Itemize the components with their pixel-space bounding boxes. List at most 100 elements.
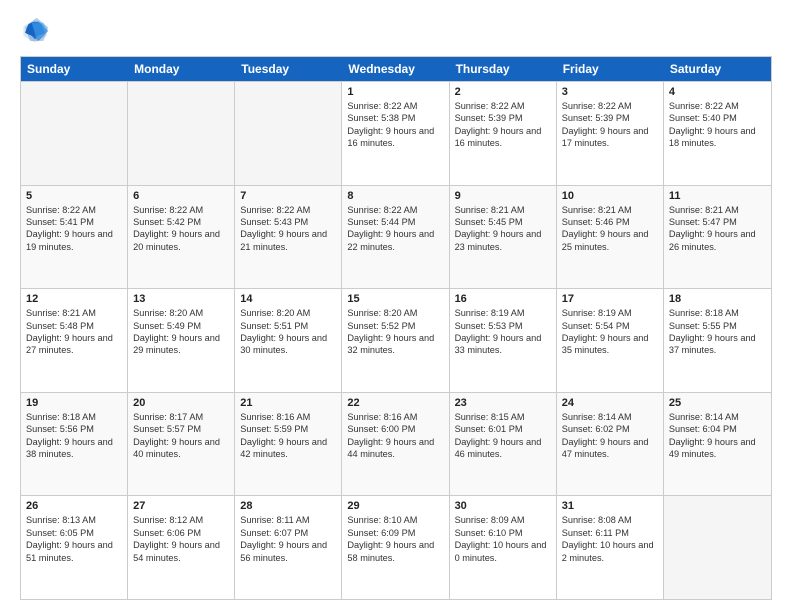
calendar-cell: 20Sunrise: 8:17 AMSunset: 5:57 PMDayligh…: [128, 393, 235, 496]
calendar-cell: 11Sunrise: 8:21 AMSunset: 5:47 PMDayligh…: [664, 186, 771, 289]
daylight-text: Daylight: 9 hours and 22 minutes.: [347, 228, 443, 253]
daylight-text: Daylight: 9 hours and 21 minutes.: [240, 228, 336, 253]
day-number: 5: [26, 190, 122, 202]
calendar-week: 5Sunrise: 8:22 AMSunset: 5:41 PMDaylight…: [21, 185, 771, 289]
calendar-cell: 21Sunrise: 8:16 AMSunset: 5:59 PMDayligh…: [235, 393, 342, 496]
sunrise-text: Sunrise: 8:22 AM: [562, 100, 658, 112]
calendar-cell: 6Sunrise: 8:22 AMSunset: 5:42 PMDaylight…: [128, 186, 235, 289]
sunset-text: Sunset: 5:44 PM: [347, 216, 443, 228]
sunset-text: Sunset: 5:54 PM: [562, 320, 658, 332]
calendar-cell: 13Sunrise: 8:20 AMSunset: 5:49 PMDayligh…: [128, 289, 235, 392]
daylight-text: Daylight: 9 hours and 20 minutes.: [133, 228, 229, 253]
day-number: 10: [562, 190, 658, 202]
calendar-cell: 18 Sunrise: 8:18 AMSunset: 5:55 PMDayligh…: [664, 289, 771, 392]
sunrise-text: Sunrise: 8:19 AM: [455, 307, 551, 319]
calendar-cell: 12Sunrise: 8:21 AMSunset: 5:48 PMDayligh…: [21, 289, 128, 392]
sunset-text: Sunset: 5:40 PM: [669, 112, 766, 124]
sunset-text: Sunset: 5:39 PM: [455, 112, 551, 124]
sunrise-text: Sunrise: 8:21 AM: [455, 204, 551, 216]
day-number: 21: [240, 397, 336, 409]
sunset-text: Sunset: 5:57 PM: [133, 423, 229, 435]
sunset-text: Sunset: 6:00 PM: [347, 423, 443, 435]
sunset-text: Sunset: 6:06 PM: [133, 527, 229, 539]
day-number: 2: [455, 86, 551, 98]
calendar-week: 19Sunrise: 8:18 AMSunset: 5:56 PMDayligh…: [21, 392, 771, 496]
sunset-text: Sunset: 5:55 PM: [669, 320, 766, 332]
sunrise-text: Sunrise: 8:22 AM: [26, 204, 122, 216]
day-number: 23: [455, 397, 551, 409]
calendar-cell: 10Sunrise: 8:21 AMSunset: 5:46 PMDayligh…: [557, 186, 664, 289]
sunrise-text: Sunrise: 8:21 AM: [562, 204, 658, 216]
day-header: Tuesday: [235, 57, 342, 81]
calendar-cell: 23Sunrise: 8:15 AMSunset: 6:01 PMDayligh…: [450, 393, 557, 496]
daylight-text: Daylight: 9 hours and 32 minutes.: [347, 332, 443, 357]
sunrise-text: Sunrise: 8:22 AM: [455, 100, 551, 112]
daylight-text: Daylight: 9 hours and 47 minutes.: [562, 436, 658, 461]
sunrise-text: Sunrise: 8:20 AM: [133, 307, 229, 319]
sunrise-text: Sunrise: 8:14 AM: [562, 411, 658, 423]
sunset-text: Sunset: 6:04 PM: [669, 423, 766, 435]
calendar-cell: 15Sunrise: 8:20 AMSunset: 5:52 PMDayligh…: [342, 289, 449, 392]
day-number: 29: [347, 500, 443, 512]
daylight-text: Daylight: 9 hours and 16 minutes.: [347, 125, 443, 150]
day-header: Saturday: [664, 57, 771, 81]
day-number: 12: [26, 293, 122, 305]
sunrise-text: Sunrise: 8:18 AM: [669, 307, 766, 319]
day-number: 19: [26, 397, 122, 409]
daylight-text: Daylight: 9 hours and 40 minutes.: [133, 436, 229, 461]
sunset-text: Sunset: 5:39 PM: [562, 112, 658, 124]
calendar-cell: 29Sunrise: 8:10 AMSunset: 6:09 PMDayligh…: [342, 496, 449, 599]
daylight-text: Daylight: 9 hours and 19 minutes.: [26, 228, 122, 253]
daylight-text: Daylight: 9 hours and 46 minutes.: [455, 436, 551, 461]
daylight-text: Daylight: 9 hours and 37 minutes.: [669, 332, 766, 357]
sunset-text: Sunset: 6:10 PM: [455, 527, 551, 539]
day-number: 4: [669, 86, 766, 98]
day-number: 24: [562, 397, 658, 409]
sunset-text: Sunset: 5:42 PM: [133, 216, 229, 228]
sunrise-text: Sunrise: 8:18 AM: [26, 411, 122, 423]
calendar-cell: 28Sunrise: 8:11 AMSunset: 6:07 PMDayligh…: [235, 496, 342, 599]
day-number: 7: [240, 190, 336, 202]
sunrise-text: Sunrise: 8:16 AM: [347, 411, 443, 423]
sunrise-text: Sunrise: 8:22 AM: [347, 100, 443, 112]
sunrise-text: Sunrise: 8:12 AM: [133, 514, 229, 526]
sunrise-text: Sunrise: 8:09 AM: [455, 514, 551, 526]
calendar-cell: 27Sunrise: 8:12 AMSunset: 6:06 PMDayligh…: [128, 496, 235, 599]
day-header: Sunday: [21, 57, 128, 81]
sunset-text: Sunset: 5:48 PM: [26, 320, 122, 332]
daylight-text: Daylight: 9 hours and 30 minutes.: [240, 332, 336, 357]
sunset-text: Sunset: 5:43 PM: [240, 216, 336, 228]
daylight-text: Daylight: 9 hours and 16 minutes.: [455, 125, 551, 150]
sunrise-text: Sunrise: 8:22 AM: [669, 100, 766, 112]
day-number: 9: [455, 190, 551, 202]
day-number: 28: [240, 500, 336, 512]
day-number: 14: [240, 293, 336, 305]
daylight-text: Daylight: 9 hours and 42 minutes.: [240, 436, 336, 461]
calendar-cell: 26Sunrise: 8:13 AMSunset: 6:05 PMDayligh…: [21, 496, 128, 599]
calendar-cell: 25Sunrise: 8:14 AMSunset: 6:04 PMDayligh…: [664, 393, 771, 496]
sunset-text: Sunset: 5:51 PM: [240, 320, 336, 332]
daylight-text: Daylight: 9 hours and 58 minutes.: [347, 539, 443, 564]
daylight-text: Daylight: 9 hours and 23 minutes.: [455, 228, 551, 253]
calendar-week: 1Sunrise: 8:22 AMSunset: 5:38 PMDaylight…: [21, 81, 771, 185]
daylight-text: Daylight: 9 hours and 29 minutes.: [133, 332, 229, 357]
calendar-cell: 1Sunrise: 8:22 AMSunset: 5:38 PMDaylight…: [342, 82, 449, 185]
sunset-text: Sunset: 6:09 PM: [347, 527, 443, 539]
calendar-cell: 8Sunrise: 8:22 AMSunset: 5:44 PMDaylight…: [342, 186, 449, 289]
calendar-cell: 4Sunrise: 8:22 AMSunset: 5:40 PMDaylight…: [664, 82, 771, 185]
day-header: Wednesday: [342, 57, 449, 81]
calendar-cell: 14Sunrise: 8:20 AMSunset: 5:51 PMDayligh…: [235, 289, 342, 392]
sunrise-text: Sunrise: 8:19 AM: [562, 307, 658, 319]
day-number: 15: [347, 293, 443, 305]
day-number: 18: [669, 293, 766, 305]
calendar-body: 1Sunrise: 8:22 AMSunset: 5:38 PMDaylight…: [21, 81, 771, 599]
daylight-text: Daylight: 9 hours and 33 minutes.: [455, 332, 551, 357]
sunrise-text: Sunrise: 8:22 AM: [240, 204, 336, 216]
daylight-text: Daylight: 10 hours and 0 minutes.: [455, 539, 551, 564]
sunset-text: Sunset: 5:52 PM: [347, 320, 443, 332]
calendar-cell: [128, 82, 235, 185]
day-number: 31: [562, 500, 658, 512]
sunrise-text: Sunrise: 8:14 AM: [669, 411, 766, 423]
sunrise-text: Sunrise: 8:21 AM: [26, 307, 122, 319]
calendar-cell: 3Sunrise: 8:22 AMSunset: 5:39 PMDaylight…: [557, 82, 664, 185]
